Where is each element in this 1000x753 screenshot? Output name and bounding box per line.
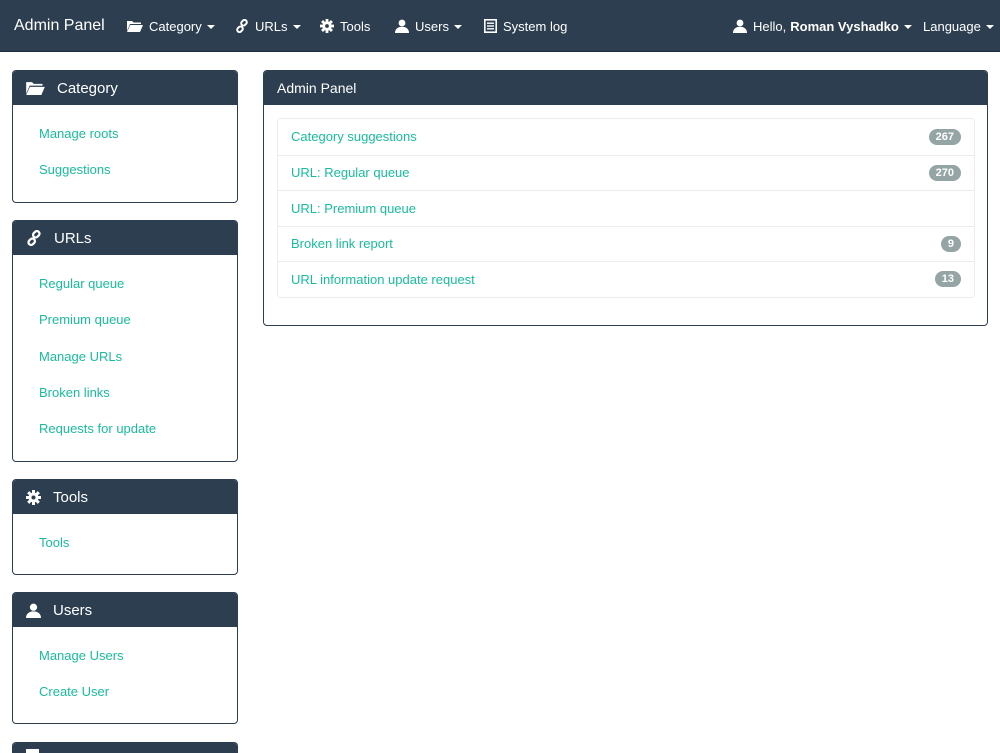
queue-list: Category suggestions 267 URL: Regular qu… — [277, 118, 975, 298]
folder-open-icon — [26, 81, 45, 95]
sidebar-panel-urls: URLs Regular queue Premium queue Manage … — [12, 220, 238, 462]
nav-tools-link[interactable]: Tools — [320, 0, 370, 52]
sidebar-link-requests-for-update[interactable]: Requests for update — [13, 411, 237, 447]
sidebar-panel-title: URLs — [54, 229, 92, 247]
sidebar-panel-title: Users — [53, 601, 93, 619]
top-navbar: Admin Panel Category URLs Tools Users Sy… — [0, 0, 1000, 52]
main-panel-header: Admin Panel — [264, 71, 987, 105]
language-label: Language — [923, 18, 981, 34]
sidebar-link-create-user[interactable]: Create User — [13, 674, 237, 710]
sidebar-link-manage-roots[interactable]: Manage roots — [13, 116, 237, 152]
count-badge: 267 — [928, 128, 961, 145]
sidebar-link-regular-queue[interactable]: Regular queue — [13, 266, 237, 302]
list-item-label[interactable]: URL: Regular queue — [291, 165, 410, 180]
nav-system-log-label: System log — [503, 18, 568, 34]
nav-urls-label: URLs — [255, 18, 288, 34]
sidebar-panel-partial-header — [13, 743, 237, 753]
brand-link[interactable]: Admin Panel — [14, 0, 105, 52]
list-item-url-info-update-request[interactable]: URL information update request 13 — [278, 261, 974, 297]
nav-users-label: Users — [415, 18, 449, 34]
admin-panel-main: Admin Panel Category suggestions 267 URL… — [263, 70, 988, 326]
sidebar-link-tools[interactable]: Tools — [13, 525, 237, 561]
sidebar-panel-partial — [12, 742, 238, 753]
count-badge: 270 — [928, 164, 961, 181]
sidebar-panel-tools: Tools Tools — [12, 479, 238, 575]
link-icon — [26, 230, 42, 246]
user-icon — [395, 19, 409, 33]
gear-icon — [320, 19, 334, 33]
user-menu-dropdown[interactable]: Hello, Roman Vyshadko — [733, 0, 912, 52]
sidebar-panel-title: Category — [57, 79, 118, 97]
nav-category-label: Category — [149, 18, 202, 34]
nav-category-dropdown[interactable]: Category — [127, 0, 215, 52]
list-item-broken-link-report[interactable]: Broken link report 9 — [278, 225, 974, 262]
sidebar-link-suggestions[interactable]: Suggestions — [13, 152, 237, 188]
list-item-label[interactable]: Category suggestions — [291, 129, 417, 144]
sidebar-link-broken-links[interactable]: Broken links — [13, 375, 237, 411]
list-item-url-premium-queue[interactable]: URL: Premium queue — [278, 190, 974, 226]
link-icon — [235, 19, 249, 33]
list-alt-icon — [484, 19, 497, 33]
chevron-down-icon — [292, 25, 301, 29]
list-item-url-regular-queue[interactable]: URL: Regular queue 270 — [278, 154, 974, 191]
chevron-down-icon — [453, 25, 462, 29]
sidebar-link-manage-users[interactable]: Manage Users — [13, 638, 237, 674]
list-item-label[interactable]: URL: Premium queue — [291, 201, 416, 216]
sidebar-panel-users: Users Manage Users Create User — [12, 592, 238, 724]
language-dropdown[interactable]: Language — [923, 0, 994, 52]
nav-system-log-link[interactable]: System log — [484, 0, 567, 52]
list-alt-icon — [26, 749, 39, 753]
nav-users-dropdown[interactable]: Users — [395, 0, 462, 52]
main-panel-title: Admin Panel — [277, 80, 357, 96]
sidebar-panel-title: Tools — [53, 488, 89, 506]
chevron-down-icon — [985, 25, 994, 29]
gear-icon — [26, 489, 41, 505]
chevron-down-icon — [903, 25, 912, 29]
sidebar-panel-category: Category Manage roots Suggestions — [12, 70, 238, 203]
user-icon — [733, 19, 747, 33]
nav-urls-dropdown[interactable]: URLs — [235, 0, 301, 52]
chevron-down-icon — [206, 25, 215, 29]
count-badge: 13 — [934, 271, 961, 288]
nav-tools-label: Tools — [340, 18, 371, 34]
sidebar-panel-users-header: Users — [13, 593, 237, 627]
count-badge: 9 — [940, 235, 961, 252]
list-item-label[interactable]: URL information update request — [291, 272, 475, 287]
list-item-label[interactable]: Broken link report — [291, 236, 393, 251]
sidebar-link-manage-urls[interactable]: Manage URLs — [13, 339, 237, 375]
sidebar-panel-tools-header: Tools — [13, 480, 237, 514]
sidebar-panel-urls-header: URLs — [13, 221, 237, 255]
sidebar-link-premium-queue[interactable]: Premium queue — [13, 302, 237, 338]
sidebar-panel-category-header: Category — [13, 71, 237, 105]
user-greeting: Hello, — [753, 18, 787, 34]
folder-open-icon — [127, 20, 143, 32]
list-item-category-suggestions[interactable]: Category suggestions 267 — [278, 119, 974, 155]
user-name: Roman Vyshadko — [790, 18, 899, 34]
user-icon — [26, 603, 41, 618]
